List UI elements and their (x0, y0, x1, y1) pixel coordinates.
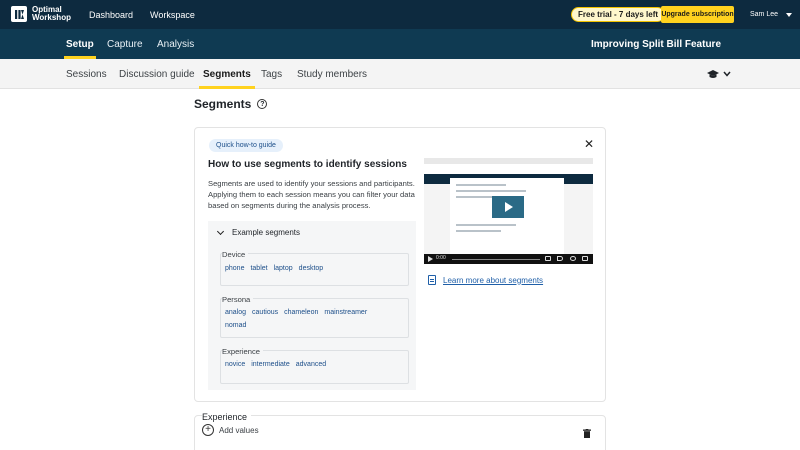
subtab-sessions[interactable]: Sessions (66, 59, 107, 89)
example-segments-panel: Example segments Device phone tablet lapto… (208, 221, 416, 390)
segment-value: mainstreamer (324, 309, 368, 316)
logo-mark-icon (11, 6, 27, 22)
tab-analysis[interactable]: Analysis (157, 29, 194, 59)
how-to-guide-card: Quick how-to guide ✕ How to use segments… (194, 127, 606, 402)
video-frame-nav (424, 164, 593, 174)
top-bar: Optimal Workshop Dashboard Workspace Fre… (0, 0, 800, 29)
logo-text: Optimal Workshop (32, 5, 71, 22)
help-icon[interactable]: ? (257, 99, 268, 109)
fullscreen-icon[interactable] (582, 256, 588, 261)
how-to-video-player[interactable]: 0:00 (424, 158, 593, 264)
segment-label-experience: Experience (222, 347, 263, 356)
segment-values-device: phone tablet laptop desktop (225, 262, 405, 275)
segment-name-experience[interactable]: Experience (202, 412, 252, 422)
document-icon (428, 275, 436, 285)
segment-value: tablet (250, 265, 268, 272)
chevron-down-icon (723, 71, 731, 77)
play-small-icon[interactable] (428, 256, 433, 262)
user-menu[interactable]: Sam Lee (750, 0, 793, 29)
learn-more-link[interactable]: Learn more about segments (428, 275, 543, 285)
project-nav-bar: Setup Capture Analysis Improving Split B… (0, 29, 800, 59)
guide-paragraph: Segments are used to identify your sessi… (208, 179, 415, 210)
segment-value: advanced (295, 361, 327, 368)
play-button[interactable] (492, 196, 524, 218)
user-name: Sam Lee (750, 11, 779, 18)
video-time: 0:00 (436, 255, 446, 261)
video-progress-track[interactable] (452, 259, 540, 260)
chevron-down-icon (786, 12, 793, 17)
video-text-line (456, 224, 516, 226)
segment-label-device: Device (222, 250, 249, 259)
subtab-study-members[interactable]: Study members (297, 59, 367, 89)
segment-value: analog (225, 309, 247, 316)
video-controls: 0:00 (424, 254, 593, 264)
segment-value: nomad (225, 322, 247, 329)
trial-badge[interactable]: Free trial - 7 days left (571, 7, 666, 22)
segment-value: chameleon (284, 309, 319, 316)
trash-icon[interactable] (583, 429, 591, 438)
example-segments-toggle[interactable]: Example segments (216, 227, 300, 237)
segment-value: laptop (273, 265, 293, 272)
segment-value: desktop (298, 265, 324, 272)
graduation-cap-icon (707, 70, 719, 78)
volume-icon[interactable] (557, 256, 563, 261)
subtab-discussion-guide[interactable]: Discussion guide (119, 59, 195, 89)
chevron-down-icon (216, 227, 225, 235)
play-icon (505, 202, 513, 212)
nav-workspace[interactable]: Workspace (150, 0, 195, 29)
logo[interactable]: Optimal Workshop (11, 6, 71, 22)
segment-value: phone (225, 265, 245, 272)
subtab-tags[interactable]: Tags (261, 59, 282, 89)
project-title: Improving Split Bill Feature (590, 38, 721, 50)
segment-value: cautious (252, 309, 279, 316)
segment-value: novice (225, 361, 246, 368)
plus-circle-icon: + (202, 424, 214, 436)
segment-label-persona: Persona (222, 295, 254, 304)
segment-values-persona: analog cautious chameleon mainstreamer nomad (225, 306, 405, 332)
learning-menu-button[interactable] (707, 66, 731, 82)
add-values-button[interactable]: + Add values (202, 424, 259, 436)
close-icon[interactable]: ✕ (584, 137, 594, 151)
video-text-line (456, 184, 506, 186)
video-text-line (456, 196, 496, 198)
settings-gear-icon[interactable] (570, 256, 576, 261)
segment-value: intermediate (251, 361, 290, 368)
guide-heading: How to use segments to identify sessions (208, 159, 407, 170)
segment-values-experience: novice intermediate advanced (225, 358, 405, 371)
tab-capture[interactable]: Capture (107, 29, 143, 59)
video-text-line (456, 230, 501, 232)
setup-sub-nav: Sessions Discussion guide Segments Tags … (0, 59, 800, 89)
tab-setup[interactable]: Setup (64, 29, 96, 59)
upgrade-subscription-button[interactable]: Upgrade subscription (661, 6, 734, 23)
nav-dashboard[interactable]: Dashboard (89, 0, 133, 29)
subtab-segments[interactable]: Segments (199, 59, 255, 89)
page-title: Segments ? (194, 97, 268, 111)
video-text-line (456, 190, 526, 192)
captions-icon[interactable] (545, 256, 551, 261)
quick-guide-pill: Quick how-to guide (209, 139, 283, 152)
